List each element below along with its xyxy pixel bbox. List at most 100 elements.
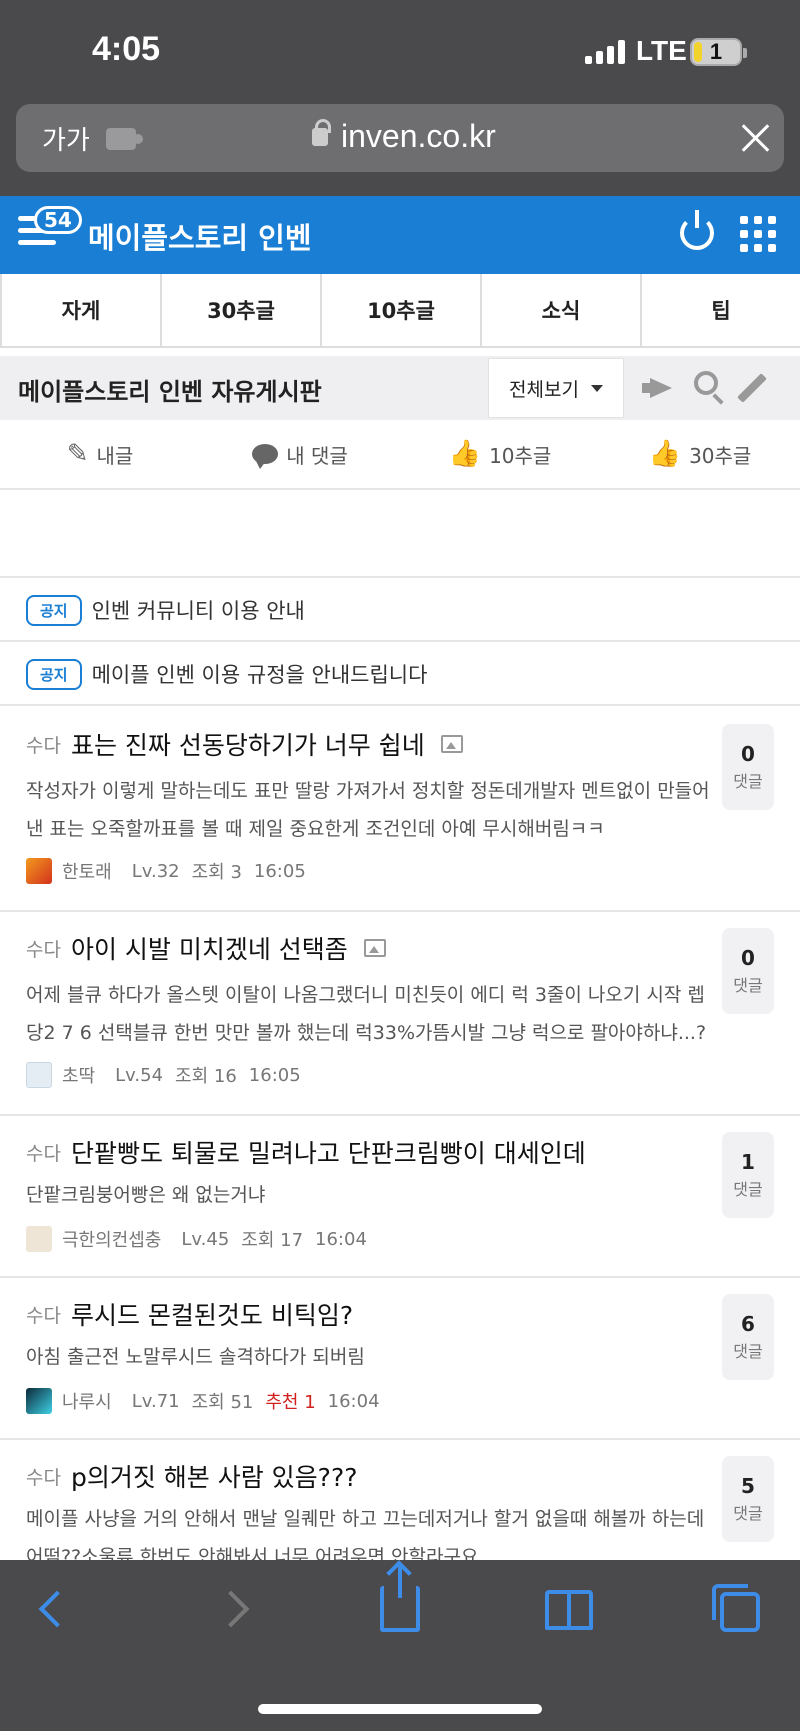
site-title[interactable]: 메이플스토리 인벤 [88, 215, 312, 257]
tab-news[interactable]: 소식 [480, 274, 640, 346]
url-text[interactable]: inven.co.kr [341, 118, 496, 155]
post-title-row: 수다 p의거짓 해본 사람 있음??? [26, 1458, 358, 1494]
notice-text: 메이플 인벤 이용 규정을 안내드립니다 [91, 663, 428, 687]
post-title[interactable]: 단팥빵도 퇴물로 밀려나고 단판크림빵이 대세인데 [71, 1134, 586, 1170]
post-item[interactable]: 수다 아이 시발 미치겠네 선택좀 어제 블큐 하다가 올스텟 이탈이 나옴그랬… [0, 912, 800, 1116]
post-preview: 아침 출근전 노말루시드 솔격하다가 되버림 [26, 1346, 365, 1368]
post-views: 조회 3 [191, 862, 242, 883]
post-title[interactable]: 표는 진짜 선동당하기가 너무 쉽네 [71, 726, 425, 762]
post-views: 조회 17 [241, 1230, 304, 1251]
avatar [26, 1062, 52, 1088]
power-icon[interactable] [680, 210, 714, 250]
post-title[interactable]: 아이 시발 미치겠네 선택좀 [71, 930, 348, 966]
post-views: 조회 16 [175, 1066, 237, 1087]
status-time: 4:05 [92, 30, 161, 68]
home-indicator[interactable] [258, 1704, 542, 1714]
my-pencil-icon: ✎ [66, 439, 89, 469]
thirty-rec-button[interactable]: 👍 30추글 [600, 420, 800, 488]
share-icon[interactable] [380, 1564, 420, 1632]
post-meta: 나루시 Lv.71 조회 51 추천 1 16:04 [26, 1388, 380, 1414]
comment-count-box[interactable]: 5 댓글 [722, 1456, 774, 1542]
extension-icon[interactable] [106, 128, 143, 150]
post-preview: 단팥크림붕어빵은 왜 없는거냐 [26, 1184, 266, 1206]
post-category: 수다 [26, 734, 61, 757]
post-item[interactable]: 수다 단팥빵도 퇴물로 밀려나고 단판크림빵이 대세인데 단팥크림붕어빵은 왜 … [0, 1116, 800, 1278]
post-title-row: 수다 루시드 몬컬된것도 비틱임? [26, 1296, 353, 1332]
board-title: 메이플스토리 인벤 자유게시판 [18, 378, 322, 406]
thirty-rec-label: 30추글 [689, 443, 752, 468]
apps-grid-icon[interactable] [740, 216, 776, 252]
notification-badge[interactable]: 54 [34, 206, 82, 234]
tab-30chu[interactable]: 30추글 [160, 274, 320, 346]
my-comments-button[interactable]: 내 댓글 [200, 420, 400, 488]
avatar [26, 858, 52, 884]
post-category: 수다 [26, 1466, 61, 1489]
post-recommend: 추천 1 [265, 1392, 316, 1413]
post-item[interactable]: 수다 루시드 몬컬된것도 비틱임? 아침 출근전 노말루시드 솔격하다가 되버림… [0, 1278, 800, 1440]
status-bar: 4:05 LTE 1 [0, 0, 800, 104]
post-author[interactable]: 초딱 [62, 1062, 95, 1088]
filter-dropdown[interactable]: 전체보기 [488, 358, 624, 418]
address-bar[interactable]: 가가 inven.co.kr [16, 104, 784, 172]
ad-space [0, 490, 800, 578]
my-posts-button[interactable]: ✎ 내글 [0, 420, 200, 488]
megaphone-icon[interactable] [642, 378, 672, 398]
post-level: Lv.54 [115, 1064, 164, 1086]
comment-label: 댓글 [733, 1504, 763, 1523]
post-author[interactable]: 나루시 [62, 1388, 112, 1414]
post-item[interactable]: 수다 p의거짓 해본 사람 있음??? 메이플 사냥을 거의 안해서 맨날 일퀘… [0, 1440, 800, 1560]
notice-row[interactable]: 공지 인벤 커뮤니티 이용 안내 [0, 580, 800, 642]
comment-count: 6 [741, 1312, 755, 1336]
comment-count-box[interactable]: 0 댓글 [722, 724, 774, 810]
comment-count: 5 [741, 1474, 755, 1498]
my-posts-label: 내글 [96, 443, 134, 468]
network-label: LTE [636, 35, 687, 66]
post-meta: 한토래 Lv.32 조회 3 16:05 [26, 858, 306, 884]
comment-count: 0 [741, 946, 755, 970]
post-author[interactable]: 한토래 [62, 858, 112, 884]
category-tabs: 자게 30추글 10추글 소식 팁 [0, 274, 800, 348]
lock-icon [312, 119, 331, 146]
post-preview: 메이플 사냥을 거의 안해서 맨날 일퀘만 하고 끄는데저거나 할거 없을때 해… [26, 1508, 705, 1560]
post-views: 조회 51 [191, 1392, 254, 1413]
search-icon[interactable] [694, 371, 718, 395]
avatar [26, 1226, 52, 1252]
battery-icon: 1 [690, 38, 747, 66]
comment-count: 1 [741, 1150, 755, 1174]
tab-10chu[interactable]: 10추글 [320, 274, 480, 346]
text-size-button[interactable]: 가가 [42, 120, 90, 157]
thumbs-up-icon: 👍 [448, 439, 482, 469]
notice-row[interactable]: 공지 메이플 인벤 이용 규정을 안내드립니다 [0, 644, 800, 706]
post-title-row: 수다 단팥빵도 퇴물로 밀려나고 단판크림빵이 대세인데 [26, 1134, 586, 1170]
post-meta: 극한의컨셉충 Lv.45 조회 17 16:04 [26, 1226, 367, 1252]
pencil-icon[interactable] [737, 373, 767, 403]
tabs-icon[interactable] [712, 1584, 760, 1632]
post-author[interactable]: 극한의컨셉충 [62, 1226, 161, 1252]
my-comments-label: 내 댓글 [286, 443, 348, 468]
close-icon[interactable] [736, 118, 776, 158]
address-area: 가가 inven.co.kr [0, 104, 800, 196]
post-item[interactable]: 수다 표는 진짜 선동당하기가 너무 쉽네 작성자가 이렇게 말하는데도 표만 … [0, 708, 800, 912]
tab-jage[interactable]: 자게 [0, 274, 160, 346]
avatar [26, 1388, 52, 1414]
notice-text: 인벤 커뮤니티 이용 안내 [91, 599, 305, 623]
bookmarks-icon[interactable] [545, 1590, 593, 1630]
post-title[interactable]: p의거짓 해본 사람 있음??? [71, 1458, 358, 1494]
post-level: Lv.45 [181, 1228, 230, 1250]
comment-count-box[interactable]: 6 댓글 [722, 1294, 774, 1380]
back-icon[interactable] [38, 1590, 76, 1628]
post-title-row: 수다 아이 시발 미치겠네 선택좀 [26, 930, 386, 966]
ten-rec-button[interactable]: 👍 10추글 [400, 420, 600, 488]
comment-count-box[interactable]: 0 댓글 [722, 928, 774, 1014]
post-preview: 어제 블큐 하다가 올스텟 이탈이 나옴그랬더니 미친듯이 에디 럭 3줄이 나… [26, 984, 707, 1044]
tab-tips[interactable]: 팁 [640, 274, 800, 346]
post-meta: 초딱 Lv.54 조회 16 16:05 [26, 1062, 301, 1088]
post-time: 16:04 [315, 1228, 367, 1250]
my-actions-bar: ✎ 내글 내 댓글 👍 10추글 👍 30추글 [0, 420, 800, 490]
thumbs-up-icon: 👍 [648, 439, 682, 469]
post-level: Lv.71 [131, 1390, 180, 1412]
post-category: 수다 [26, 938, 61, 961]
comment-count-box[interactable]: 1 댓글 [722, 1132, 774, 1218]
post-title[interactable]: 루시드 몬컬된것도 비틱임? [71, 1296, 353, 1332]
forward-icon[interactable] [212, 1590, 250, 1628]
